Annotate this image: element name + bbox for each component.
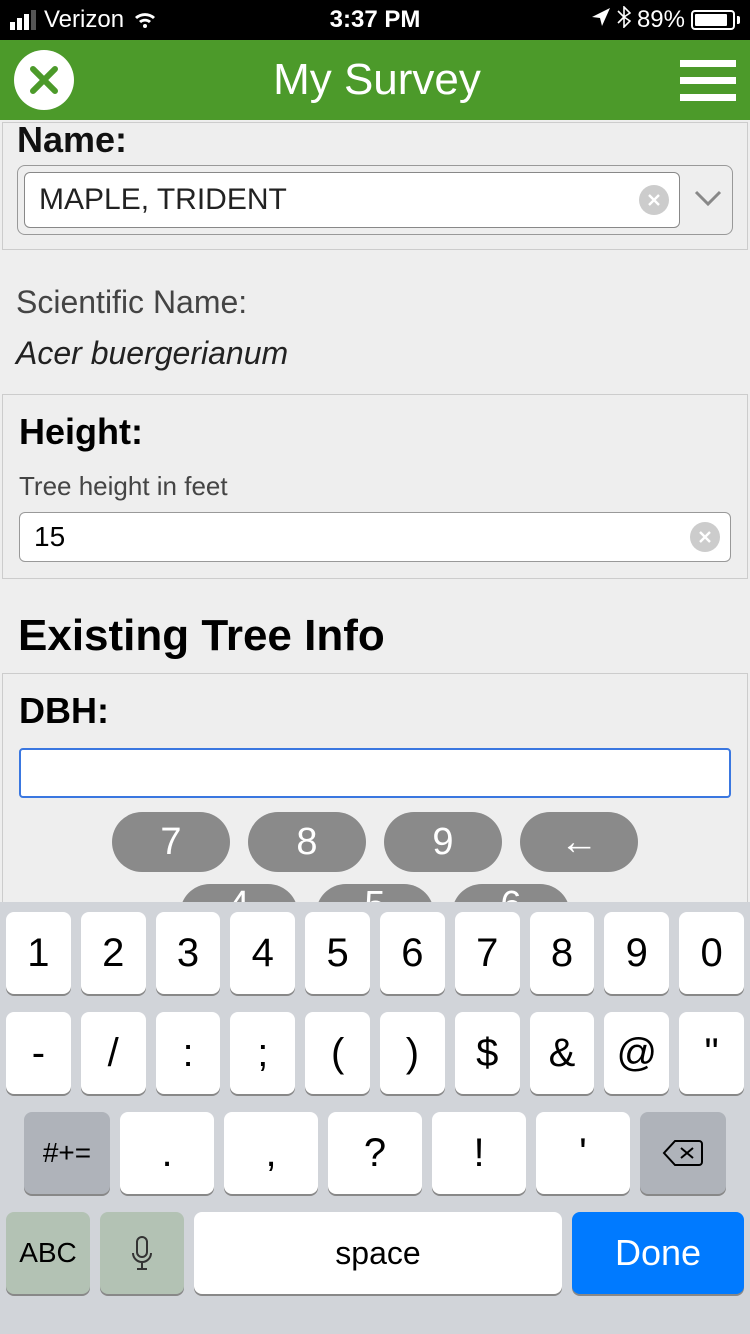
key-backspace[interactable] xyxy=(640,1112,726,1194)
menu-button[interactable] xyxy=(680,60,736,101)
chevron-down-icon[interactable] xyxy=(690,188,726,213)
numpad-key-backspace[interactable]: ← xyxy=(520,812,638,872)
existing-tree-info-title: Existing Tree Info xyxy=(0,581,750,671)
numpad-key-7[interactable]: 7 xyxy=(112,812,230,872)
signal-bars-icon xyxy=(10,10,36,30)
key-quote[interactable]: " xyxy=(679,1012,744,1094)
key-done[interactable]: Done xyxy=(572,1212,744,1294)
name-dropdown[interactable]: MAPLE, TRIDENT xyxy=(17,165,733,235)
numpad-key-5[interactable]: 5 xyxy=(316,884,434,902)
keyboard-row-4: ABC space Done xyxy=(6,1212,744,1294)
clear-name-icon[interactable] xyxy=(639,185,669,215)
height-input[interactable]: 15 xyxy=(19,512,731,562)
numpad-row2: 4 5 6 xyxy=(19,884,731,902)
form-content: Name: MAPLE, TRIDENT Scientific Name: Ac… xyxy=(0,120,750,902)
key-apostrophe[interactable]: ' xyxy=(536,1112,630,1194)
height-value: 15 xyxy=(34,521,65,553)
clear-height-icon[interactable] xyxy=(690,522,720,552)
status-time: 3:37 PM xyxy=(253,6,496,34)
key-7[interactable]: 7 xyxy=(455,912,520,994)
dbh-label: DBH: xyxy=(19,690,731,732)
app-header: My Survey xyxy=(0,40,750,120)
keyboard-row-2: - / : ; ( ) $ & @ " xyxy=(6,1012,744,1094)
name-input[interactable]: MAPLE, TRIDENT xyxy=(24,172,680,228)
name-field-section: Name: MAPLE, TRIDENT xyxy=(2,122,748,250)
ios-keyboard: 1 2 3 4 5 6 7 8 9 0 - / : ; ( ) $ & @ " … xyxy=(0,902,750,1334)
key-amp[interactable]: & xyxy=(530,1012,595,1094)
carrier-label: Verizon xyxy=(44,6,124,34)
key-2[interactable]: 2 xyxy=(81,912,146,994)
dbh-field-section: DBH: 7 8 9 ← 4 5 6 xyxy=(2,673,748,902)
name-label: Name: xyxy=(17,120,733,161)
battery-icon xyxy=(691,10,740,30)
key-colon[interactable]: : xyxy=(156,1012,221,1094)
status-bar: Verizon 3:37 PM 89% xyxy=(0,0,750,40)
key-8[interactable]: 8 xyxy=(530,912,595,994)
key-9[interactable]: 9 xyxy=(604,912,669,994)
wifi-icon xyxy=(132,10,158,30)
close-button[interactable] xyxy=(14,50,74,110)
height-field-section: Height: Tree height in feet 15 xyxy=(2,394,748,579)
key-6[interactable]: 6 xyxy=(380,912,445,994)
key-dollar[interactable]: $ xyxy=(455,1012,520,1094)
key-period[interactable]: . xyxy=(120,1112,214,1194)
dbh-input[interactable] xyxy=(19,748,731,798)
scientific-label: Scientific Name: xyxy=(16,284,734,321)
numpad-key-6[interactable]: 6 xyxy=(452,884,570,902)
key-3[interactable]: 3 xyxy=(156,912,221,994)
key-rparen[interactable]: ) xyxy=(380,1012,445,1094)
location-icon xyxy=(591,6,611,34)
key-at[interactable]: @ xyxy=(604,1012,669,1094)
key-4[interactable]: 4 xyxy=(230,912,295,994)
name-value: MAPLE, TRIDENT xyxy=(39,183,287,217)
key-space[interactable]: space xyxy=(194,1212,562,1294)
status-left: Verizon xyxy=(10,6,253,34)
key-5[interactable]: 5 xyxy=(305,912,370,994)
key-semicolon[interactable]: ; xyxy=(230,1012,295,1094)
battery-fill xyxy=(695,14,727,26)
key-exclaim[interactable]: ! xyxy=(432,1112,526,1194)
key-comma[interactable]: , xyxy=(224,1112,318,1194)
key-dash[interactable]: - xyxy=(6,1012,71,1094)
keyboard-row-1: 1 2 3 4 5 6 7 8 9 0 xyxy=(6,912,744,994)
height-sublabel: Tree height in feet xyxy=(19,471,731,502)
height-label: Height: xyxy=(19,411,731,453)
bluetooth-icon xyxy=(617,6,631,35)
numpad-key-8[interactable]: 8 xyxy=(248,812,366,872)
key-symbol-shift[interactable]: #+= xyxy=(24,1112,110,1194)
status-right: 89% xyxy=(497,6,740,35)
page-title: My Survey xyxy=(74,55,680,105)
numpad-key-9[interactable]: 9 xyxy=(384,812,502,872)
key-0[interactable]: 0 xyxy=(679,912,744,994)
key-mic-icon[interactable] xyxy=(100,1212,184,1294)
key-1[interactable]: 1 xyxy=(6,912,71,994)
scientific-name-section: Scientific Name: Acer buergerianum xyxy=(0,250,750,392)
key-abc[interactable]: ABC xyxy=(6,1212,90,1294)
keyboard-row-3: #+= . , ? ! ' xyxy=(6,1112,744,1194)
battery-pct: 89% xyxy=(637,6,685,34)
key-slash[interactable]: / xyxy=(81,1012,146,1094)
key-lparen[interactable]: ( xyxy=(305,1012,370,1094)
numpad-key-4[interactable]: 4 xyxy=(180,884,298,902)
numpad-row1: 7 8 9 ← xyxy=(19,812,731,872)
key-question[interactable]: ? xyxy=(328,1112,422,1194)
scientific-value: Acer buergerianum xyxy=(16,335,734,372)
